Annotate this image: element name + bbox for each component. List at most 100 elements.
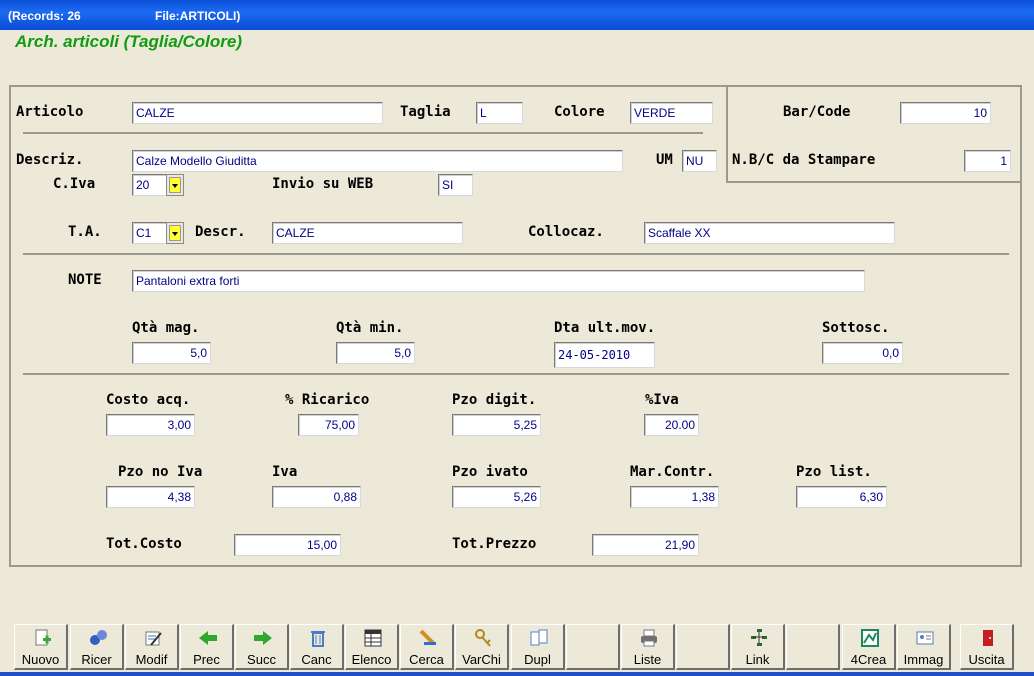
perc-iva-field[interactable]: 20.00 [644,414,699,436]
invio-web-field[interactable]: SI [438,174,473,196]
note-field[interactable]: Pantaloni extra forti [132,270,865,292]
qta-mag-field[interactable]: 5,0 [132,342,211,364]
pzo-ivato-field[interactable]: 5,26 [452,486,541,508]
note-label: NOTE [68,272,102,288]
toolbar-button-label: Prec [193,652,220,667]
sottosc-label: Sottosc. [822,320,890,336]
colore-label: Colore [554,104,605,120]
file-name: File:ARTICOLI) [155,9,241,23]
qta-min-field[interactable]: 5,0 [336,342,415,364]
um-label: UM [656,152,673,168]
ta-field[interactable]: C1 [132,222,167,244]
toolbar-button-canc[interactable]: Canc [290,624,344,670]
sottosc-field[interactable]: 0,0 [822,342,903,364]
taglia-field[interactable]: L [476,102,523,124]
dta-ult-mov-label: Dta ult.mov. [554,320,656,336]
barcode-field[interactable]: 10 [900,102,991,124]
bottom-toolbar: Nuovo Ricer Modif Prec Succ Canc Elenco Cerca Va… [0,620,1034,676]
collocaz-field[interactable]: Scaffale XX [644,222,895,244]
window-titlebar: (Records: 26 File:ARTICOLI) [0,0,1034,30]
ricarico-field[interactable]: 75,00 [298,414,359,436]
toolbar-button-nuovo[interactable]: Nuovo [14,624,68,670]
tot-prezzo-field[interactable]: 21,90 [592,534,699,556]
pzo-list-label: Pzo list. [796,464,872,480]
arrow-right-icon [253,628,273,648]
chevron-down-icon [169,225,181,241]
toolbar-button-dupl[interactable]: Dupl [511,624,565,670]
toolbar-button-4crea[interactable]: 4Crea [842,624,896,670]
pzo-no-iva-label: Pzo no Iva [118,464,203,480]
search-pen-icon [418,628,438,648]
collocaz-label: Collocaz. [528,224,604,240]
colore-field[interactable]: VERDE [630,102,713,124]
toolbar-button-uscita[interactable]: Uscita [960,624,1014,670]
toolbar-button-cerca[interactable]: Cerca [400,624,454,670]
qta-mag-label: Qtà mag. [132,320,200,336]
toolbar-button-ricer[interactable]: Ricer [70,624,124,670]
printer-icon [639,628,659,648]
descr-field[interactable]: CALZE [272,222,463,244]
mar-contr-field[interactable]: 1,38 [630,486,719,508]
articolo-label: Articolo [16,104,84,120]
descriz-field[interactable]: Calze Modello Giuditta [132,150,623,172]
civa-dropdown-button[interactable] [166,174,184,196]
tot-costo-field[interactable]: 15,00 [234,534,341,556]
pzo-list-field[interactable]: 6,30 [796,486,887,508]
toolbar-button-label: Ricer [81,652,112,667]
pzo-ivato-label: Pzo ivato [452,464,528,480]
binoculars-icon [88,628,108,648]
ta-dropdown-button[interactable] [166,222,184,244]
descriz-label: Descriz. [16,152,84,168]
tot-prezzo-label: Tot.Prezzo [452,536,537,552]
toolbar-button-link[interactable]: Link [731,624,785,670]
pzo-digit-field[interactable]: 5,25 [452,414,541,436]
toolbar-button-modif[interactable]: Modif [125,624,179,670]
civa-label: C.Iva [53,176,96,192]
descr-label: Descr. [195,224,246,240]
costo-acq-field[interactable]: 3,00 [106,414,195,436]
toolbar-button-label: Uscita [968,652,1005,667]
toolbar-button-label: Succ [247,652,276,667]
exit-door-icon [978,628,998,648]
chevron-down-icon [169,177,181,193]
taglia-label: Taglia [400,104,451,120]
nbc-field[interactable]: 1 [964,150,1011,172]
pzo-no-iva-field[interactable]: 4,38 [106,486,195,508]
pzo-digit-label: Pzo digit. [452,392,537,408]
drawing-icon [860,628,880,648]
iva-label: Iva [272,464,298,480]
toolbar-button-elenco[interactable]: Elenco [345,624,399,670]
edit-document-icon [143,628,163,648]
articolo-field[interactable]: CALZE [132,102,383,124]
divider-2 [23,253,1009,255]
arrow-left-icon [198,628,218,648]
toolbar-button-prec[interactable]: Prec [180,624,234,670]
toolbar-button-label: Cerca [409,652,444,667]
tree-icon [749,628,769,648]
toolbar-button-varchi[interactable]: VarChi [455,624,509,670]
costo-acq-label: Costo acq. [106,392,191,408]
image-card-icon [915,628,935,648]
toolbar-button-empty-12[interactable] [676,624,730,670]
table-icon [363,628,383,648]
qta-min-label: Qtà min. [336,320,404,336]
toolbar-button-label: Canc [301,652,332,667]
toolbar-button-immag[interactable]: Immag [897,624,951,670]
toolbar-button-empty-10[interactable] [566,624,620,670]
toolbar-button-label: Nuovo [21,652,60,667]
um-field[interactable]: NU [682,150,717,172]
divider-3 [23,373,1009,375]
toolbar-button-succ[interactable]: Succ [235,624,289,670]
mar-contr-label: Mar.Contr. [630,464,715,480]
iva-field[interactable]: 0,88 [272,486,361,508]
toolbar-button-empty-14[interactable] [786,624,840,670]
toolbar-button-label: Modif [135,652,168,667]
window-bottom-border [0,672,1034,676]
dta-ult-mov-field[interactable]: 24-05-2010 [554,342,655,368]
ta-label: T.A. [68,224,102,240]
toolbar-button-liste[interactable]: Liste [621,624,675,670]
toolbar-button-label: Elenco [351,652,392,667]
civa-field[interactable]: 20 [132,174,167,196]
nbc-label: N.B/C da Stampare [732,152,876,168]
records-count: (Records: 26 [8,9,81,23]
